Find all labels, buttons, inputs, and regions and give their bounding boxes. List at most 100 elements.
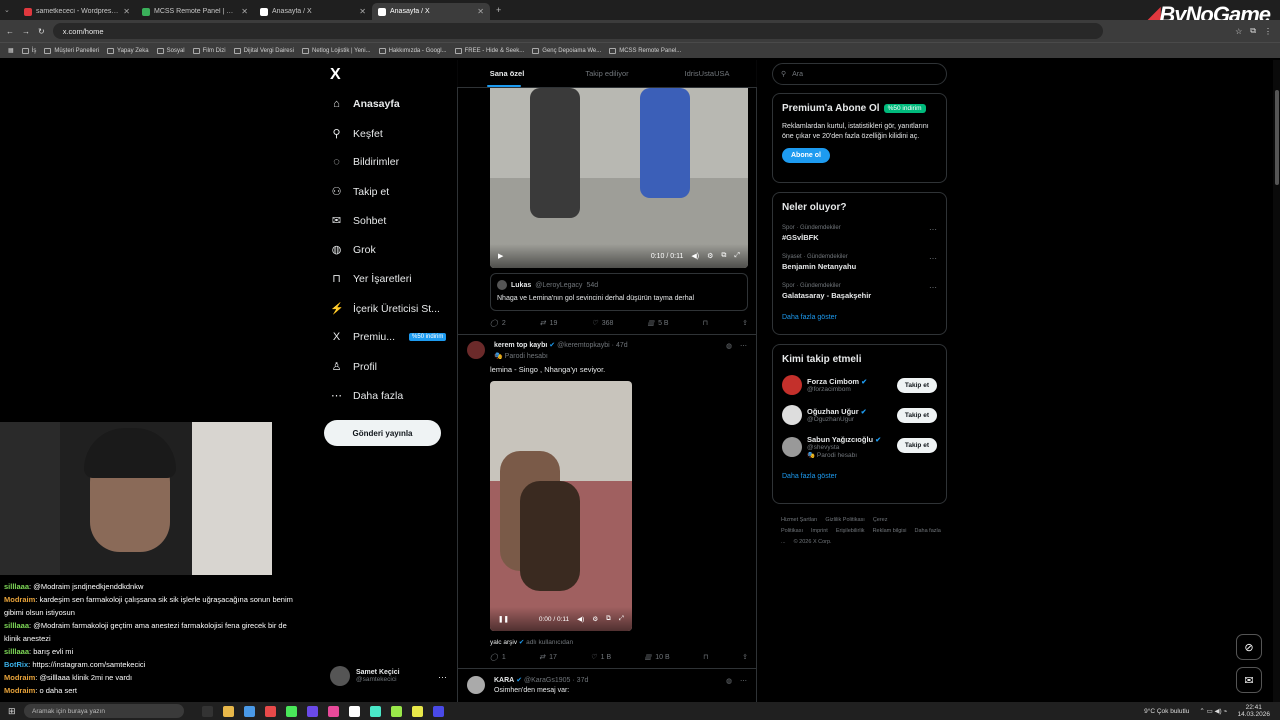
- reply-button[interactable]: ◯ 2: [490, 319, 506, 328]
- footer-link[interactable]: © 2026 X Corp.: [794, 539, 832, 545]
- taskbar-app-icon[interactable]: [244, 705, 255, 717]
- post-button[interactable]: Gönderi yayınla: [324, 420, 441, 446]
- views-button[interactable]: ▥ 10 B: [645, 653, 670, 662]
- nav-item-bell[interactable]: ◌ Bildirimler: [330, 156, 399, 168]
- browser-tab[interactable]: Anasayfa / X ✕: [254, 3, 372, 20]
- taskbar-app-icon[interactable]: [307, 705, 318, 717]
- apps-icon[interactable]: ▦: [8, 47, 14, 54]
- tweet-time[interactable]: 37d: [577, 677, 589, 684]
- pause-icon[interactable]: ❚❚: [498, 615, 509, 623]
- avatar[interactable]: [467, 341, 485, 359]
- bookmark-item[interactable]: Sosyal: [156, 47, 185, 54]
- more-icon[interactable]: ⋯: [438, 672, 447, 683]
- scrollbar-thumb[interactable]: [1275, 90, 1279, 185]
- close-icon[interactable]: ✕: [123, 7, 130, 16]
- avatar[interactable]: [782, 405, 802, 425]
- bookmark-item[interactable]: Genç Depoiama We...: [532, 47, 601, 54]
- browser-tab[interactable]: sametkececi - Wordpress Uzman ✕: [18, 3, 136, 20]
- follow-button[interactable]: Takip et: [896, 438, 937, 453]
- video-attribution[interactable]: yalc arşiv ✔ adlı kullanıcıdan: [490, 638, 573, 646]
- weather-text[interactable]: 9°C Çok bulutlu: [1144, 708, 1189, 715]
- windows-start-icon[interactable]: ⊞: [8, 706, 16, 717]
- volume-icon[interactable]: ◀): [691, 252, 699, 260]
- bookmark-item[interactable]: Netlog Lojistik | Yeni...: [301, 47, 371, 54]
- nav-item-x-premium[interactable]: X Premiu... %50 indirim: [330, 331, 447, 343]
- taskbar-app-icon[interactable]: [223, 705, 234, 717]
- nav-item-follow[interactable]: ⚇ Takip et: [330, 185, 390, 199]
- tray-icons[interactable]: ⌃ ▭ ◀) ⌁: [1199, 707, 1227, 715]
- star-icon[interactable]: ☆: [1235, 27, 1242, 36]
- extensions-icon[interactable]: ⧉: [1250, 26, 1256, 36]
- bookmark-item[interactable]: MCSS Remote Panel...: [609, 47, 681, 54]
- bookmark-item[interactable]: Yapay Zeka: [107, 47, 149, 54]
- menu-icon[interactable]: ⋮: [1264, 27, 1280, 36]
- bookmark-item[interactable]: FREE - Hide & Seek...: [454, 47, 524, 54]
- taskbar-app-icon[interactable]: [202, 705, 213, 717]
- bookmark-icon[interactable]: ⊓: [703, 319, 708, 327]
- timeline-tab[interactable]: IdrisUstaUSA: [657, 60, 757, 87]
- taskbar-app-icon[interactable]: [412, 705, 423, 717]
- tweet-time[interactable]: 47d: [616, 342, 628, 349]
- repost-button[interactable]: ⇄ 19: [540, 319, 558, 328]
- avatar[interactable]: [782, 437, 802, 457]
- x-logo[interactable]: X: [330, 66, 341, 84]
- suggested-user[interactable]: Sabun Yağızcıoğlu ✔ @shevysta 🎭 Parodi h…: [782, 435, 937, 459]
- more-icon[interactable]: ⋯: [929, 283, 937, 292]
- tweet-author[interactable]: KARA: [494, 677, 514, 684]
- taskbar-app-icon[interactable]: [391, 705, 402, 717]
- suggested-user[interactable]: Forza Cimbom ✔ @forzacimbom Takip et: [782, 375, 937, 395]
- grok-icon[interactable]: ◍: [726, 677, 732, 685]
- follow-button[interactable]: Takip et: [896, 378, 937, 393]
- settings-icon[interactable]: ⚙: [592, 615, 598, 623]
- back-icon[interactable]: ←: [6, 27, 14, 36]
- bookmark-item[interactable]: Hakkımızda - Googl...: [378, 47, 447, 54]
- share-icon[interactable]: ⇪: [742, 653, 748, 661]
- like-button[interactable]: ♡ 368: [591, 319, 613, 328]
- video-player[interactable]: ❚❚ 0:00 / 0:11 ◀) ⚙ ⧉ ⤢: [490, 381, 632, 631]
- messages-icon[interactable]: ✉: [1236, 667, 1262, 693]
- nav-item-home[interactable]: ⌂ Anasayfa: [330, 98, 400, 110]
- views-button[interactable]: ▥ 5 B: [647, 319, 668, 328]
- taskbar-app-icon[interactable]: [286, 705, 297, 717]
- bookmark-icon[interactable]: ⊓: [703, 653, 708, 661]
- volume-icon[interactable]: ◀): [577, 615, 584, 623]
- new-tab-button[interactable]: +: [496, 5, 501, 15]
- close-icon[interactable]: ✕: [241, 7, 248, 16]
- footer-link[interactable]: Hizmet Şartları: [781, 517, 817, 523]
- avatar[interactable]: [467, 676, 485, 694]
- taskbar-app-icon[interactable]: [265, 705, 276, 717]
- fullscreen-icon[interactable]: ⤢: [734, 252, 740, 260]
- settings-icon[interactable]: ⚙: [707, 252, 713, 260]
- account-switcher[interactable]: Samet Keçici @samtekecici: [330, 666, 400, 686]
- url-input[interactable]: x.com/home: [52, 23, 1103, 39]
- reload-icon[interactable]: ↻: [38, 27, 45, 36]
- more-icon[interactable]: ⋯: [929, 254, 937, 263]
- more-icon[interactable]: ⋯: [740, 342, 747, 350]
- share-icon[interactable]: ⇪: [742, 319, 748, 327]
- nav-item-creator[interactable]: ⚡ İçerik Üreticisi St...: [330, 302, 440, 316]
- bookmark-item[interactable]: Dijital Vergi Dairesi: [233, 47, 294, 54]
- taskbar-app-icon[interactable]: [370, 705, 381, 717]
- tweet-handle[interactable]: @keremtopkaybi: [557, 342, 610, 349]
- nav-item-grok[interactable]: ◍ Grok: [330, 243, 376, 257]
- pip-icon[interactable]: ⧉: [606, 615, 611, 623]
- show-more-link[interactable]: Daha fazla göster: [782, 473, 937, 480]
- timeline-tab[interactable]: Takip ediliyor: [557, 60, 657, 87]
- suggested-user[interactable]: Oğuzhan Uğur ✔ @OguzhanUgur Takip et: [782, 405, 937, 425]
- forward-icon[interactable]: →: [22, 27, 30, 36]
- bookmark-item[interactable]: İş: [21, 47, 36, 54]
- grok-icon[interactable]: ⊘: [1236, 634, 1262, 660]
- reply-button[interactable]: ◯ 1: [490, 653, 506, 662]
- footer-link[interactable]: Reklam bilgisi: [873, 528, 907, 534]
- subscribe-button[interactable]: Abone ol: [782, 148, 830, 163]
- pip-icon[interactable]: ⧉: [721, 252, 726, 260]
- bookmark-item[interactable]: Müşteri Panelleri: [44, 47, 99, 54]
- follow-button[interactable]: Takip et: [896, 408, 937, 423]
- grok-icon[interactable]: ◍: [726, 342, 732, 350]
- nav-item-bookmark[interactable]: ⊓ Yer İşaretleri: [330, 272, 411, 286]
- quoted-tweet[interactable]: Lukas @LeroyLegacy 54d Nhaga ve Lemina'n…: [490, 273, 748, 311]
- footer-link[interactable]: Erişilebilirlik: [836, 528, 865, 534]
- play-icon[interactable]: ▶: [498, 252, 503, 260]
- nav-item-more[interactable]: ⋯ Daha fazla: [330, 389, 403, 403]
- trend-item[interactable]: Spor · Gündemdekiler #GSvİBFK ⋯: [782, 225, 937, 242]
